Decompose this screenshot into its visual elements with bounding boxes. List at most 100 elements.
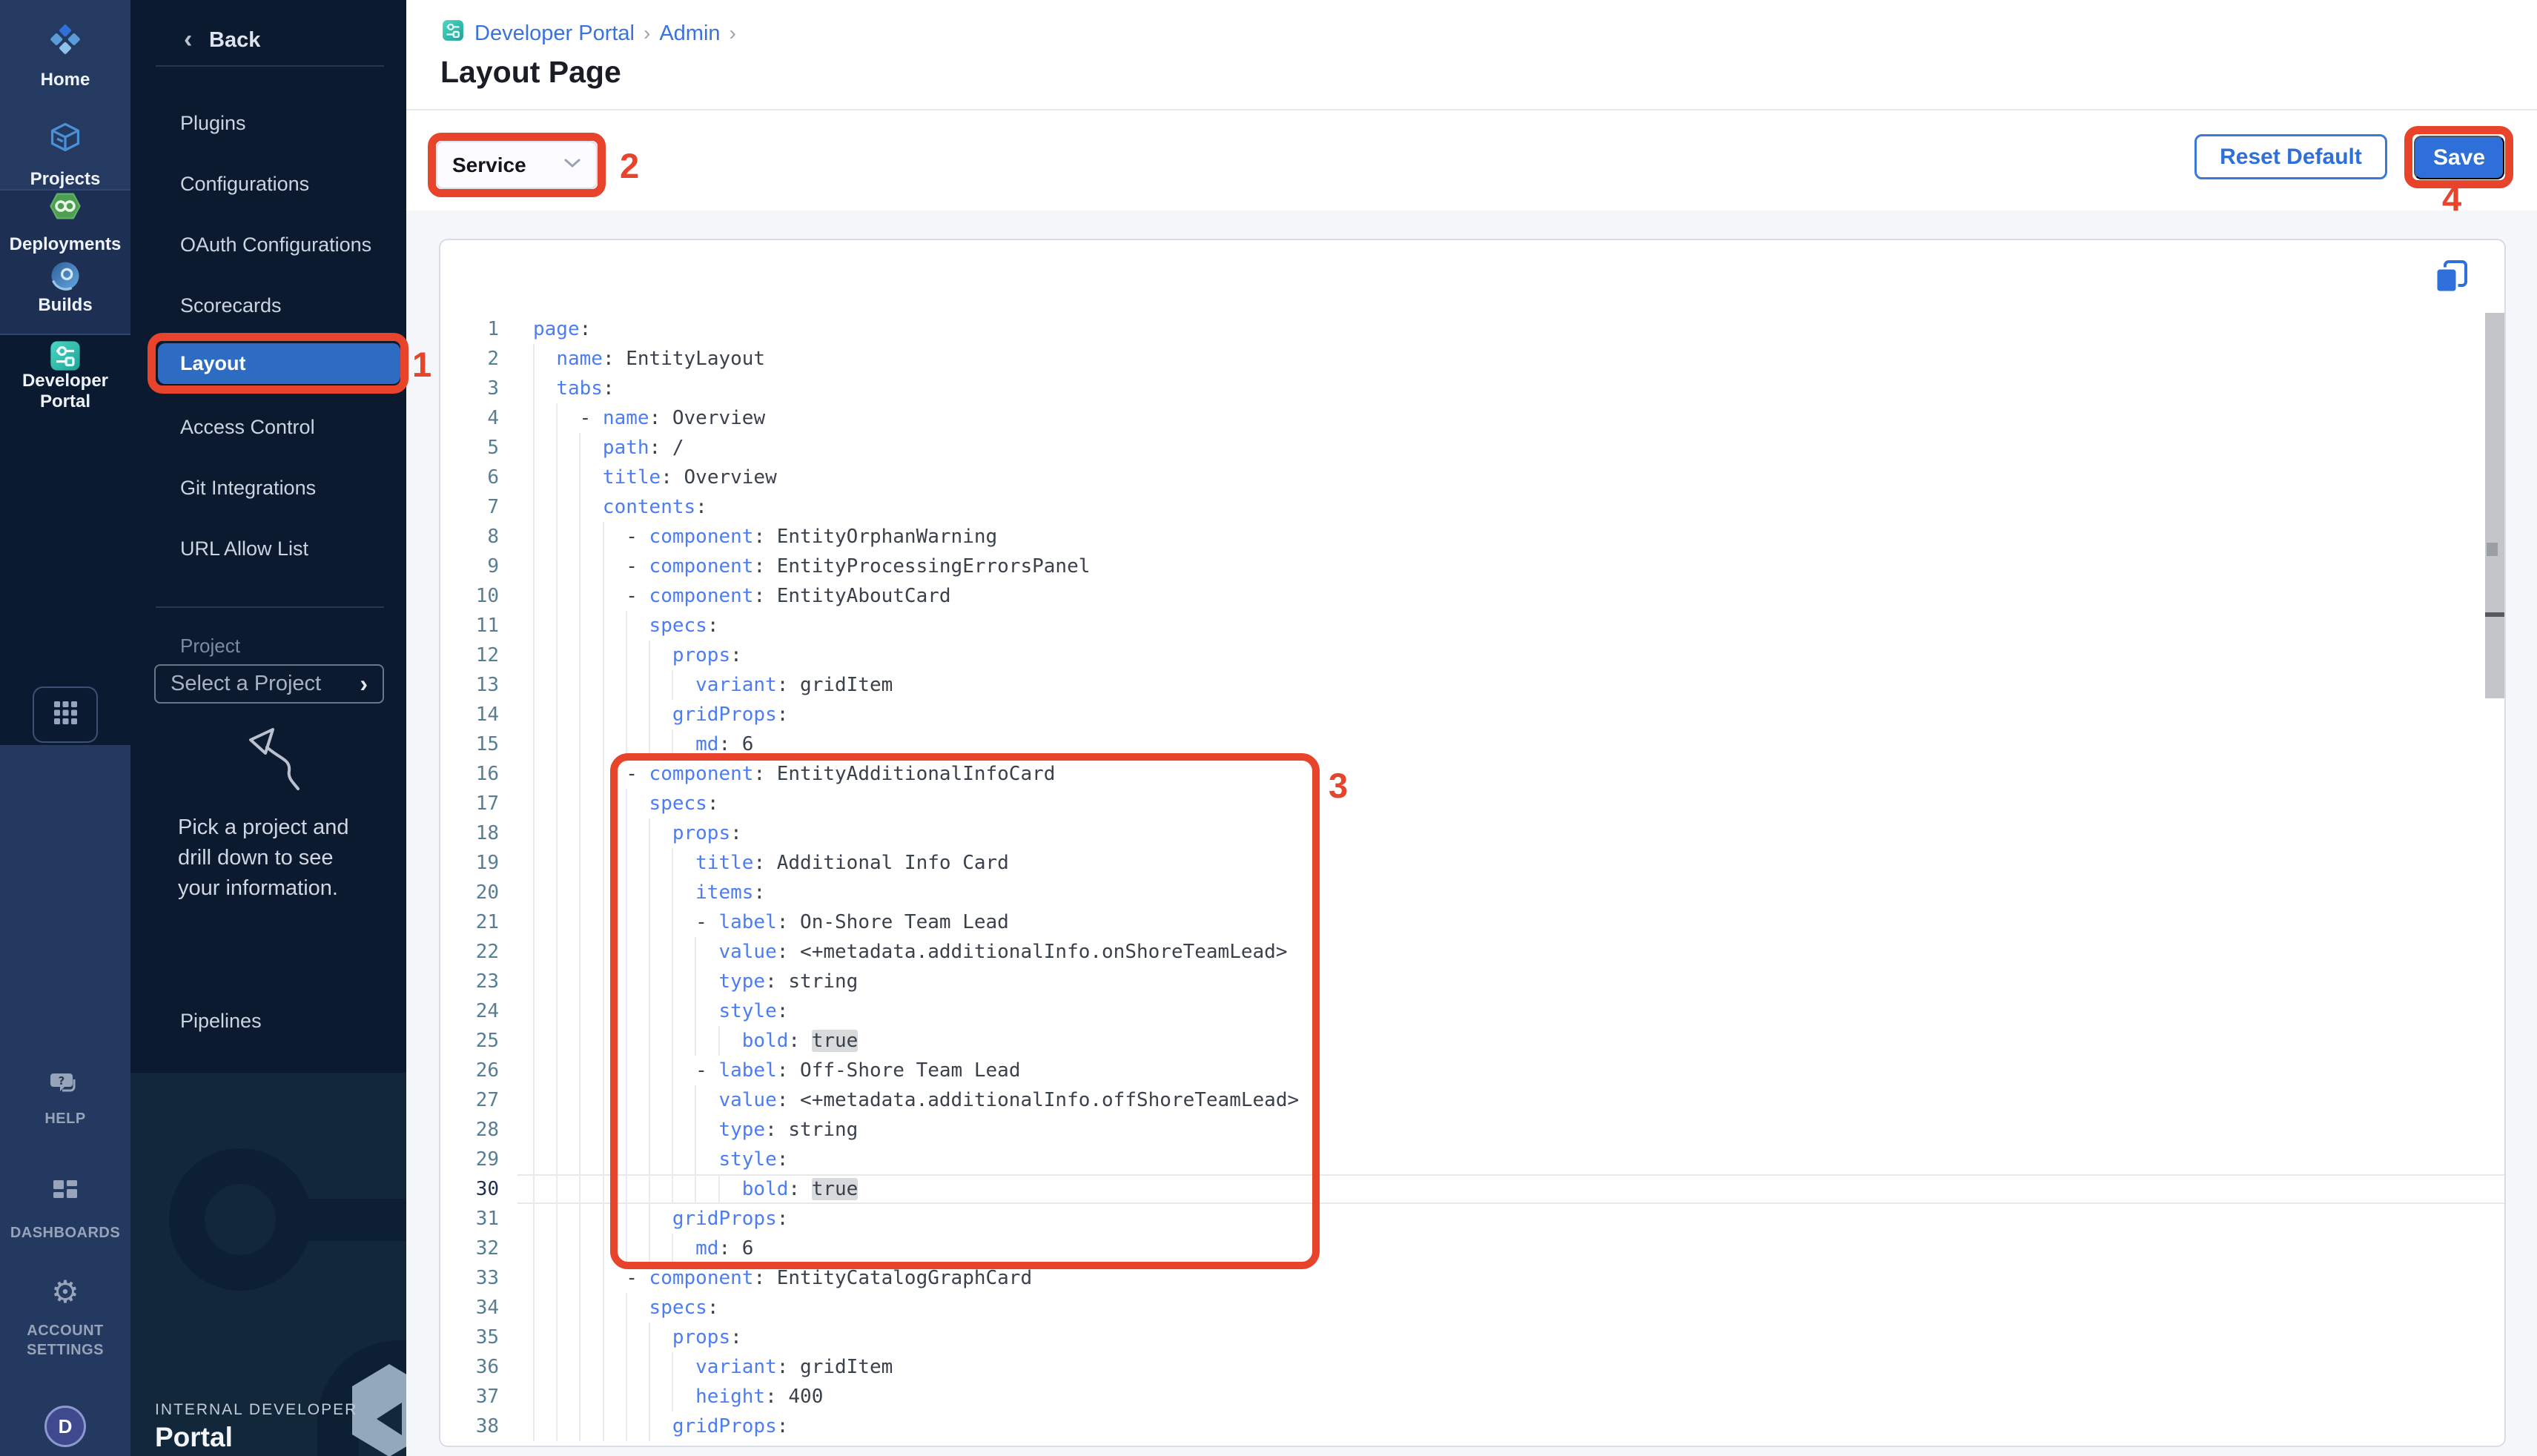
code-line-24[interactable]: 24 style:: [440, 996, 2504, 1026]
code-line-27[interactable]: 27 value: <+metadata.additionalInfo.offS…: [440, 1085, 2504, 1115]
indent-guide: [579, 492, 580, 522]
module-picker-button[interactable]: [33, 686, 98, 743]
code-line-5[interactable]: 5 path: /: [440, 433, 2504, 463]
sidebar-item-url-allow-list[interactable]: URL Allow List: [130, 532, 406, 566]
indent-guide: [603, 1323, 604, 1352]
code-line-6[interactable]: 6 title: Overview: [440, 463, 2504, 492]
indent-guide: [649, 1056, 650, 1085]
breadcrumb-developer-portal[interactable]: Developer Portal: [474, 21, 635, 46]
indent-guide: [556, 403, 558, 433]
indent-guide: [579, 463, 580, 492]
sidebar-item-configurations[interactable]: Configurations: [130, 167, 406, 201]
sidebar-item-oauth-configurations[interactable]: OAuth Configurations: [130, 228, 406, 262]
code-line-3[interactable]: 3 tabs:: [440, 374, 2504, 403]
code-line-26[interactable]: 26 - label: Off-Shore Team Lead: [440, 1056, 2504, 1085]
copy-button[interactable]: [2432, 259, 2472, 295]
save-button[interactable]: Save: [2414, 136, 2504, 179]
code-line-30[interactable]: 30 bold: true: [440, 1174, 2504, 1204]
code-line-37[interactable]: 37 height: 400: [440, 1382, 2504, 1412]
code-line-38[interactable]: 38 gridProps:: [440, 1412, 2504, 1441]
indent-guide: [579, 1145, 580, 1174]
code-line-7[interactable]: 7 contents:: [440, 492, 2504, 522]
code-line-4[interactable]: 4 - name: Overview: [440, 403, 2504, 433]
scope-dropdown[interactable]: Service: [436, 141, 598, 189]
code-line-14[interactable]: 14 gridProps:: [440, 700, 2504, 729]
indent-guide: [672, 1026, 673, 1056]
code-line-19[interactable]: 19 title: Additional Info Card: [440, 848, 2504, 878]
code-line-16[interactable]: 16 - component: EntityAdditionalInfoCard: [440, 759, 2504, 789]
code-line-29[interactable]: 29 style:: [440, 1145, 2504, 1174]
module-util-label: DASHBOARDS: [6, 1223, 125, 1242]
sidebar-item-layout[interactable]: Layout: [158, 343, 400, 384]
module-util-help[interactable]: ?: [0, 1069, 130, 1105]
code-line-11[interactable]: 11 specs:: [440, 611, 2504, 641]
sidebar: ‹ Back Plugins Configurations OAuth Config…: [130, 0, 406, 1456]
sidebar-item-scorecards[interactable]: Scorecards: [130, 288, 406, 322]
code-line-12[interactable]: 12 props:: [440, 641, 2504, 670]
module-nav: Home Projects Deployments Builds Develop…: [0, 0, 130, 1456]
indent-guide: [626, 1293, 627, 1323]
module-nav-label: Developer Portal: [6, 371, 125, 412]
sidebar-item-access-control[interactable]: Access Control: [130, 410, 406, 444]
code-line-36[interactable]: 36 variant: gridItem: [440, 1352, 2504, 1382]
code-line-10[interactable]: 10 - component: EntityAboutCard: [440, 581, 2504, 611]
code-lines[interactable]: 1page:2 name: EntityLayout3 tabs:4 - nam…: [440, 314, 2504, 1441]
indent-guide: [533, 937, 535, 967]
code-line-23[interactable]: 23 type: string: [440, 967, 2504, 996]
module-util-dashboards[interactable]: [0, 1176, 130, 1209]
code-line-1[interactable]: 1page:: [440, 314, 2504, 344]
indent-guide: [649, 1174, 650, 1204]
code-line-9[interactable]: 9 - component: EntityProcessingErrorsPan…: [440, 552, 2504, 581]
indent-guide: [556, 1382, 558, 1412]
code-line-15[interactable]: 15 md: 6: [440, 729, 2504, 759]
indent-guide: [556, 670, 558, 700]
code-line-2[interactable]: 2 name: EntityLayout: [440, 344, 2504, 374]
code-line-22[interactable]: 22 value: <+metadata.additionalInfo.onSh…: [440, 937, 2504, 967]
indent-guide: [579, 611, 580, 641]
project-hint-line: your information.: [178, 873, 371, 903]
indent-guide: [718, 1174, 720, 1204]
code-line-18[interactable]: 18 props:: [440, 818, 2504, 848]
indent-guide: [649, 1026, 650, 1056]
reset-default-button[interactable]: Reset Default: [2194, 134, 2387, 179]
code-line-17[interactable]: 17 specs:: [440, 789, 2504, 818]
code-line-28[interactable]: 28 type: string: [440, 1115, 2504, 1145]
indent-guide: [556, 581, 558, 611]
indent-guide: [556, 433, 558, 463]
sidebar-item-plugins[interactable]: Plugins: [130, 106, 406, 140]
indent-guide: [579, 1263, 580, 1293]
indent-guide: [695, 937, 696, 967]
module-nav-item-builds[interactable]: [0, 258, 130, 297]
indent-guide: [672, 967, 673, 996]
code-line-33[interactable]: 33 - component: EntityCatalogGraphCard: [440, 1263, 2504, 1293]
indent-guide: [603, 1234, 604, 1263]
code-line-35[interactable]: 35 props:: [440, 1323, 2504, 1352]
indent-guide: [695, 1174, 696, 1204]
code-line-20[interactable]: 20 items:: [440, 878, 2504, 907]
code-line-8[interactable]: 8 - component: EntityOrphanWarning: [440, 522, 2504, 552]
code-line-21[interactable]: 21 - label: On-Shore Team Lead: [440, 907, 2504, 937]
code-line-25[interactable]: 25 bold: true: [440, 1026, 2504, 1056]
scrollbar-thumb[interactable]: [2485, 313, 2505, 698]
indent-guide: [603, 1085, 604, 1115]
sidebar-item-pipelines[interactable]: Pipelines: [130, 1004, 406, 1038]
indent-guide: [579, 552, 580, 581]
project-picker-button[interactable]: Select a Project ›: [154, 664, 384, 704]
module-nav-item-home[interactable]: [0, 22, 130, 60]
module-util-account-settings[interactable]: ⚙: [0, 1277, 130, 1308]
module-nav-item-projects[interactable]: [0, 120, 130, 159]
code-line-31[interactable]: 31 gridProps:: [440, 1204, 2504, 1234]
code-line-34[interactable]: 34 specs:: [440, 1293, 2504, 1323]
code-line-32[interactable]: 32 md: 6: [440, 1234, 2504, 1263]
indent-guide: [695, 1115, 696, 1145]
project-section-label: Project: [180, 635, 240, 658]
indent-guide: [579, 1382, 580, 1412]
sidebar-item-git-integrations[interactable]: Git Integrations: [130, 471, 406, 505]
code-line-13[interactable]: 13 variant: gridItem: [440, 670, 2504, 700]
breadcrumb-admin[interactable]: Admin: [659, 21, 720, 46]
back-button[interactable]: ‹ Back: [130, 25, 406, 58]
module-nav-item-deployments[interactable]: [0, 188, 130, 228]
yaml-editor[interactable]: 1page:2 name: EntityLayout3 tabs:4 - nam…: [439, 239, 2506, 1447]
avatar[interactable]: D: [44, 1406, 86, 1447]
divider: [156, 606, 384, 608]
